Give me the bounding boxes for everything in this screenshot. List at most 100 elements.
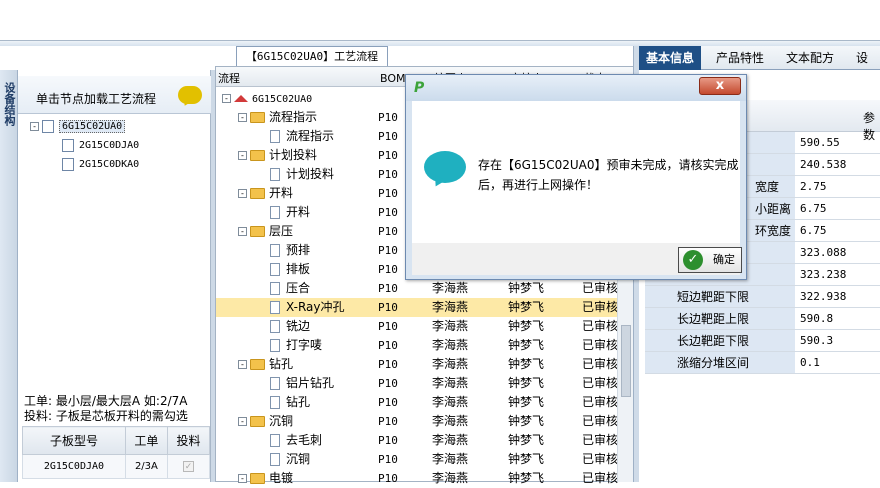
cell-status[interactable]: 已审核 xyxy=(582,355,618,374)
cell-reviewer[interactable]: 钟梦飞 xyxy=(508,317,544,336)
table-row[interactable]: 沉铜 P10 李海燕 钟梦飞 已审核 xyxy=(216,450,634,469)
cell-author[interactable]: 李海燕 xyxy=(432,431,468,450)
cell-reviewer[interactable]: 钟梦飞 xyxy=(508,374,544,393)
flow-step[interactable]: - 流程指示 xyxy=(238,108,317,127)
cell-bom[interactable]: P10 xyxy=(378,203,398,222)
table-row[interactable]: 2G15C0DJA0 2/3A ✓ xyxy=(22,454,211,479)
cell-reviewer[interactable]: 钟梦飞 xyxy=(508,469,544,488)
table-row[interactable]: 打字唛 P10 李海燕 钟梦飞 已审核 xyxy=(216,336,634,355)
flow-step[interactable]: 铣边 xyxy=(270,317,310,336)
param-value[interactable]: 0.1 xyxy=(795,352,820,374)
cell-bom[interactable]: P10 xyxy=(378,412,398,431)
collapse-toggle-icon[interactable]: - xyxy=(222,94,231,103)
tree-node[interactable]: 2G15C0DKA0 xyxy=(62,156,139,174)
cell-reviewer[interactable]: 钟梦飞 xyxy=(508,393,544,412)
cell-bom[interactable]: P10 xyxy=(378,127,398,146)
cell-bom[interactable]: P10 xyxy=(378,355,398,374)
column-header-order[interactable]: 工单 xyxy=(124,426,168,455)
cell-author[interactable]: 李海燕 xyxy=(432,279,468,298)
vertical-tab-strip[interactable]: 设备结构 xyxy=(0,70,18,482)
tab-4[interactable]: 设备 xyxy=(849,46,880,89)
cell-status[interactable]: 已审核 xyxy=(582,431,618,450)
cell-model[interactable]: 2G15C0DJA0 xyxy=(22,454,126,479)
column-header-flow[interactable]: 流程 xyxy=(218,70,240,86)
feed-checkbox[interactable]: ✓ xyxy=(182,461,194,472)
cell-status[interactable]: 已审核 xyxy=(582,279,618,298)
tab-2[interactable]: 产品特性 xyxy=(709,46,771,70)
cell-author[interactable]: 李海燕 xyxy=(432,393,468,412)
cell-bom[interactable]: P10 xyxy=(378,241,398,260)
table-row[interactable]: X-Ray冲孔 P10 李海燕 钟梦飞 已审核 xyxy=(216,298,634,317)
cell-bom[interactable]: P10 xyxy=(378,393,398,412)
cell-bom[interactable]: P10 xyxy=(378,165,398,184)
tree-node[interactable]: - 6G15C02UA0 xyxy=(30,118,126,136)
flow-step[interactable]: 沉铜 xyxy=(270,450,310,469)
flow-step[interactable]: - 钻孔 xyxy=(238,355,293,374)
flow-step[interactable]: 铝片钻孔 xyxy=(270,374,334,393)
tab-1[interactable]: 基本信息 xyxy=(639,46,702,70)
cell-status[interactable]: 已审核 xyxy=(582,298,618,317)
param-value[interactable]: 323.088 xyxy=(795,242,846,264)
cell-reviewer[interactable]: 钟梦飞 xyxy=(508,279,544,298)
collapse-toggle-icon[interactable]: - xyxy=(238,189,247,198)
vertical-tab-label[interactable]: 设备结构 xyxy=(1,82,17,126)
cell-author[interactable]: 李海燕 xyxy=(432,298,468,317)
param-value[interactable]: 6.75 xyxy=(795,220,827,242)
cell-bom[interactable]: P10 xyxy=(378,374,398,393)
cell-author[interactable]: 李海燕 xyxy=(432,317,468,336)
table-row[interactable]: 去毛刺 P10 李海燕 钟梦飞 已审核 xyxy=(216,431,634,450)
flow-step[interactable]: 流程指示 xyxy=(270,127,334,146)
cell-status[interactable]: 已审核 xyxy=(582,336,618,355)
collapse-toggle-icon[interactable]: - xyxy=(238,360,247,369)
cell-bom[interactable]: P10 xyxy=(378,317,398,336)
cell-status[interactable]: 已审核 xyxy=(582,412,618,431)
cell-bom[interactable]: P10 xyxy=(378,108,398,127)
param-row[interactable]: 短边靶距下限 322.938 xyxy=(645,286,880,308)
cell-reviewer[interactable]: 钟梦飞 xyxy=(508,431,544,450)
cell-author[interactable]: 李海燕 xyxy=(432,374,468,393)
flow-step[interactable]: 压合 xyxy=(270,279,310,298)
flow-step[interactable]: - 层压 xyxy=(238,222,293,241)
cell-status[interactable]: 已审核 xyxy=(582,393,618,412)
table-row[interactable]: - 钻孔 P10 李海燕 钟梦飞 已审核 xyxy=(216,355,634,374)
cell-feed[interactable]: ✓ xyxy=(166,454,211,479)
scrollbar-thumb[interactable] xyxy=(621,325,631,397)
param-value[interactable]: 323.238 xyxy=(795,264,846,286)
flow-step[interactable]: X-Ray冲孔 xyxy=(270,298,344,317)
flow-step[interactable]: - 电镀 xyxy=(238,469,293,488)
table-row[interactable]: 压合 P10 李海燕 钟梦飞 已审核 xyxy=(216,279,634,298)
flow-step[interactable]: - 开料 xyxy=(238,184,293,203)
param-value[interactable]: 2.75 xyxy=(795,176,827,198)
table-row[interactable]: 铣边 P10 李海燕 钟梦飞 已审核 xyxy=(216,317,634,336)
flow-step[interactable]: - 6G15C02UA0 xyxy=(222,89,312,109)
column-header-feed[interactable]: 投料 xyxy=(166,426,211,455)
flow-step[interactable]: 去毛刺 xyxy=(270,431,322,450)
flow-step[interactable]: 排板 xyxy=(270,260,310,279)
cell-bom[interactable]: P10 xyxy=(378,298,398,317)
collapse-toggle-icon[interactable]: - xyxy=(238,417,247,426)
table-row[interactable]: 铝片钻孔 P10 李海燕 钟梦飞 已审核 xyxy=(216,374,634,393)
param-value[interactable]: 6.75 xyxy=(795,198,827,220)
flow-step[interactable]: 计划投料 xyxy=(270,165,334,184)
cell-bom[interactable]: P10 xyxy=(378,431,398,450)
cell-bom[interactable]: P10 xyxy=(378,469,398,488)
ok-button[interactable]: ✓ 确定 xyxy=(678,247,742,273)
cell-author[interactable]: 李海燕 xyxy=(432,450,468,469)
cell-reviewer[interactable]: 钟梦飞 xyxy=(508,336,544,355)
param-row[interactable]: 涨缩分堆区间 0.1 xyxy=(645,352,880,374)
cell-reviewer[interactable]: 钟梦飞 xyxy=(508,450,544,469)
collapse-toggle-icon[interactable]: - xyxy=(238,113,247,122)
cell-bom[interactable]: P10 xyxy=(378,279,398,298)
column-header-model[interactable]: 子板型号 xyxy=(22,426,126,455)
cell-status[interactable]: 已审核 xyxy=(582,469,618,488)
tab-3[interactable]: 文本配方 xyxy=(779,46,841,70)
flow-step[interactable]: - 沉铜 xyxy=(238,412,293,431)
cell-reviewer[interactable]: 钟梦飞 xyxy=(508,412,544,431)
tree-node[interactable]: 2G15C0DJA0 xyxy=(62,137,139,155)
cell-reviewer[interactable]: 钟梦飞 xyxy=(508,298,544,317)
close-button[interactable]: x xyxy=(699,77,741,95)
cell-status[interactable]: 已审核 xyxy=(582,317,618,336)
param-value[interactable]: 590.3 xyxy=(795,330,833,352)
cell-reviewer[interactable]: 钟梦飞 xyxy=(508,355,544,374)
cell-order[interactable]: 2/3A xyxy=(124,454,168,479)
